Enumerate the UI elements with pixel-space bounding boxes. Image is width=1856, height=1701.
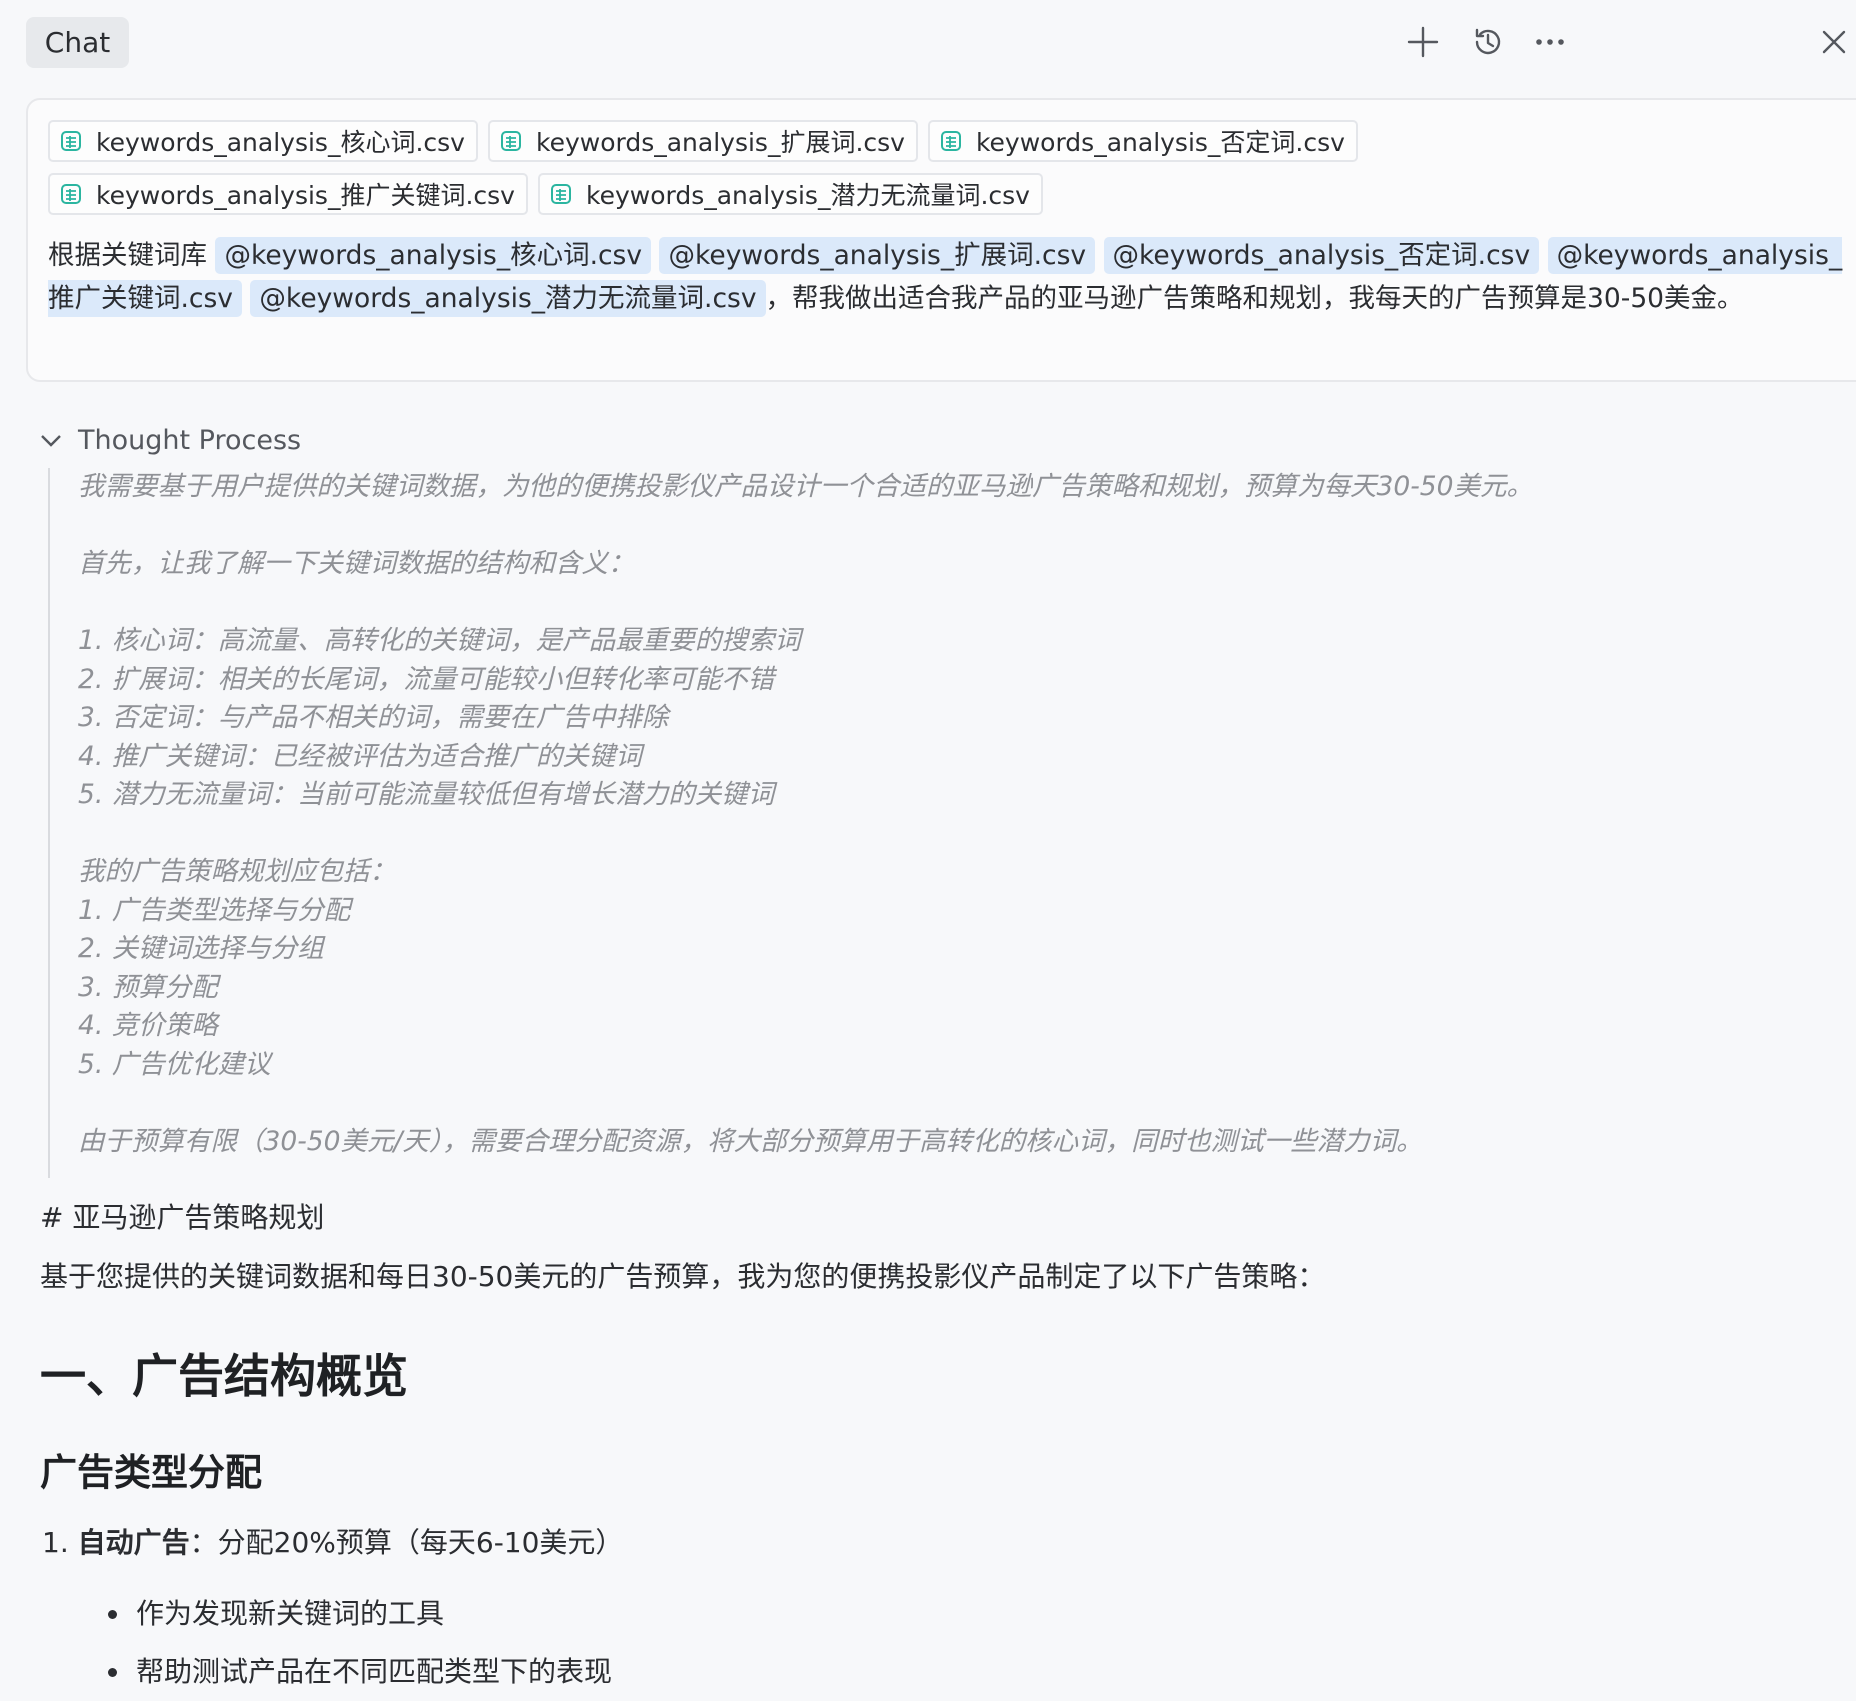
bullet-list: 作为发现新关键词的工具 帮助测试产品在不同匹配类型下的表现	[104, 1585, 612, 1701]
list-number: 1.	[42, 1526, 69, 1559]
thought-process-content: 我需要基于用户提供的关键词数据，为他的便携投影仪产品设计一个合适的亚马逊广告策略…	[48, 468, 1748, 1178]
thought-line: 2. 关键词选择与分组	[78, 933, 324, 964]
bullet-item: 作为发现新关键词的工具	[104, 1585, 612, 1643]
list-item-bold: 自动广告	[77, 1526, 190, 1559]
attachment-name: keywords_analysis_否定词.csv	[975, 128, 1345, 157]
close-icon[interactable]	[1812, 20, 1856, 64]
thought-line: 4. 推广关键词：已经被评估为适合推广的关键词	[78, 740, 642, 772]
response-heading-raw: # 亚马逊广告策略规划	[40, 1201, 325, 1234]
prompt-suffix: ，帮我做出适合我产品的亚马逊广告策略和规划，我每天的广告预算是30-50美金。	[765, 283, 1744, 314]
attachment-chip[interactable]: keywords_analysis_否定词.csv	[927, 120, 1358, 162]
prompt-text[interactable]: 根据关键词库 @keywords_analysis_核心词.csv @keywo…	[48, 234, 1848, 320]
attachment-chip[interactable]: keywords_analysis_潜力无流量词.csv	[537, 173, 1043, 215]
thought-line: 4. 竞价策略	[78, 1010, 218, 1041]
thought-line: 1. 广告类型选择与分配	[78, 894, 351, 926]
spreadsheet-icon	[550, 184, 571, 204]
thought-line: 我的广告策略规划应包括：	[78, 856, 396, 887]
header-actions	[1407, 20, 1856, 64]
thought-line: 2. 扩展词：相关的长尾词，流量可能较小但转化率可能不错	[78, 663, 775, 695]
chevron-down-icon	[41, 435, 61, 447]
prompt-card[interactable]: keywords_analysis_核心词.csv keywords_analy…	[26, 98, 1856, 382]
response-intro: 基于您提供的关键词数据和每日30-50美元的广告预算，我为您的便携投影仪产品制定…	[40, 1260, 1326, 1293]
thought-line: 首先，让我了解一下关键词数据的结构和含义：	[78, 548, 635, 579]
thought-process-label: Thought Process	[78, 424, 302, 456]
attachment-list: keywords_analysis_核心词.csv keywords_analy…	[48, 120, 1648, 226]
thought-line: 5. 广告优化建议	[78, 1048, 271, 1080]
attachment-name: keywords_analysis_扩展词.csv	[535, 128, 905, 157]
spreadsheet-icon	[940, 131, 961, 151]
thought-line: 我需要基于用户提供的关键词数据，为他的便携投影仪产品设计一个合适的亚马逊广告策略…	[78, 471, 1534, 502]
bullet-item: 帮助测试产品在不同匹配类型下的表现	[104, 1643, 612, 1701]
thought-line: 3. 否定词：与产品不相关的词，需要在广告中排除	[78, 702, 669, 733]
file-mention[interactable]: @keywords_analysis_否定词.csv	[1103, 237, 1540, 274]
thought-process-toggle[interactable]: Thought Process	[38, 420, 301, 460]
chat-header: Chat	[0, 0, 1856, 84]
thought-line: 3. 预算分配	[78, 971, 218, 1003]
thought-line: 由于预算有限（30-50美元/天），需要合理分配资源，将大部分预算用于高转化的核…	[78, 1125, 1423, 1157]
spreadsheet-icon	[61, 131, 81, 151]
attachment-chip[interactable]: keywords_analysis_核心词.csv	[48, 120, 478, 162]
attachment-name: keywords_analysis_潜力无流量词.csv	[585, 181, 1030, 210]
chat-tab[interactable]: Chat	[26, 17, 129, 68]
file-mention[interactable]: @keywords_analysis_核心词.csv	[215, 237, 652, 274]
spreadsheet-icon	[500, 131, 521, 151]
spreadsheet-icon	[61, 184, 81, 204]
thought-line: 5. 潜力无流量词：当前可能流量较低但有增长潜力的关键词	[78, 779, 775, 810]
file-mention[interactable]: @keywords_analysis_潜力无流量词.csv	[250, 280, 766, 317]
attachment-name: keywords_analysis_核心词.csv	[96, 128, 465, 157]
plus-icon[interactable]	[1401, 20, 1445, 64]
history-icon[interactable]	[1466, 20, 1510, 64]
list-item-text: ：分配20%预算（每天6-10美元）	[189, 1526, 624, 1559]
thought-line: 1. 核心词：高流量、高转化的关键词，是产品最重要的搜索词	[78, 625, 801, 656]
subsection-title: 广告类型分配	[40, 1451, 262, 1494]
more-icon[interactable]	[1528, 20, 1572, 64]
attachment-chip[interactable]: keywords_analysis_扩展词.csv	[487, 120, 918, 162]
attachment-chip[interactable]: keywords_analysis_推广关键词.csv	[48, 173, 528, 215]
attachment-name: keywords_analysis_推广关键词.csv	[96, 181, 515, 210]
prompt-prefix: 根据关键词库	[48, 240, 207, 271]
file-mention[interactable]: @keywords_analysis_扩展词.csv	[659, 237, 1096, 274]
ordered-list-item: 1. 自动广告：分配20%预算（每天6-10美元）	[42, 1522, 623, 1564]
section-title: 一、广告结构概览	[40, 1349, 408, 1403]
